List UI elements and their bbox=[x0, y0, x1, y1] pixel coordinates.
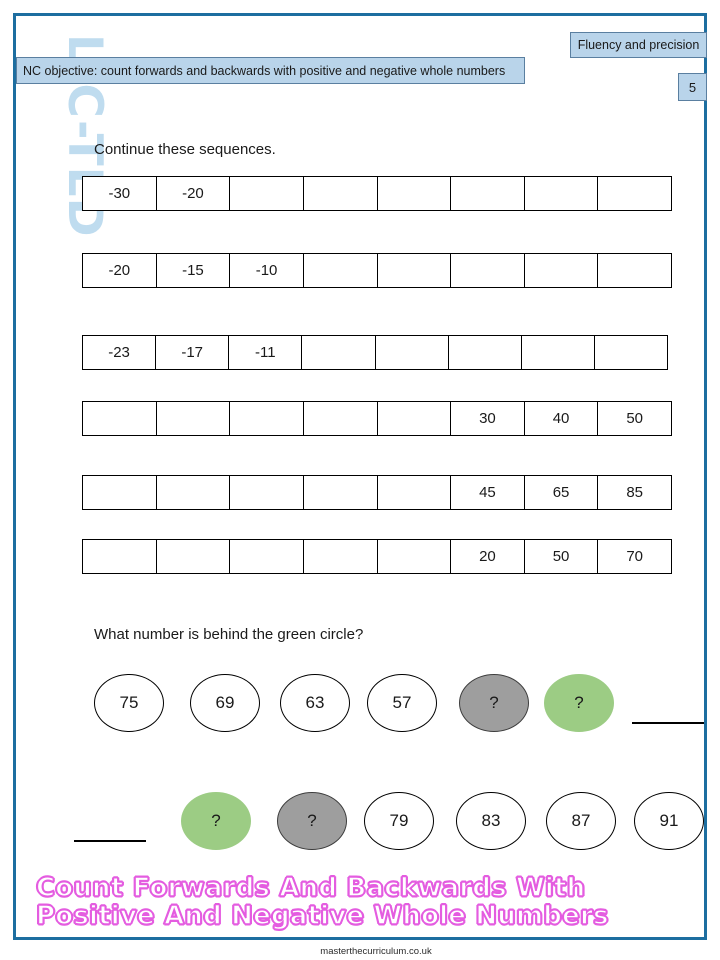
sequence-cell-blank[interactable] bbox=[598, 177, 671, 210]
sequence-cell-blank[interactable] bbox=[157, 540, 231, 573]
sequence-cell-value: -30 bbox=[83, 177, 157, 210]
sequence-cell-blank[interactable] bbox=[522, 336, 595, 369]
sequence-row: -30 -20 bbox=[82, 176, 672, 211]
sequence-cell-blank[interactable] bbox=[525, 177, 599, 210]
sequence-cell-value: -20 bbox=[157, 177, 231, 210]
answer-blank-line[interactable] bbox=[74, 840, 146, 842]
nc-objective-banner: NC objective: count forwards and backwar… bbox=[16, 57, 525, 84]
sequence-cell-value: -23 bbox=[83, 336, 157, 369]
number-circle: 91 bbox=[634, 792, 704, 850]
sequence-cell-blank[interactable] bbox=[378, 540, 452, 573]
sequence-cell-blank[interactable] bbox=[157, 476, 231, 509]
number-circle: 69 bbox=[190, 674, 260, 732]
sequence-cell-value: -20 bbox=[83, 254, 157, 287]
page-number-label: 5 bbox=[688, 79, 697, 95]
sequence-cell-value: 50 bbox=[626, 410, 644, 427]
grey-mystery-circle[interactable]: ? bbox=[459, 674, 529, 732]
nc-objective-text: NC objective: count forwards and backwar… bbox=[23, 63, 506, 78]
sequences-prompt: Continue these sequences. bbox=[94, 141, 276, 158]
number-circle: 87 bbox=[546, 792, 616, 850]
sequence-cell-value: 40 bbox=[525, 402, 599, 435]
number-circle: 83 bbox=[456, 792, 526, 850]
sequence-cell-blank[interactable] bbox=[83, 540, 157, 573]
sequence-cell-blank[interactable] bbox=[304, 254, 378, 287]
sequence-cell-blank[interactable] bbox=[376, 336, 449, 369]
sequence-cell-blank[interactable] bbox=[157, 402, 231, 435]
sequence-cell-blank[interactable] bbox=[230, 402, 304, 435]
sequence-cell-value: -15 bbox=[157, 254, 231, 287]
sequence-cell-value: 30 bbox=[451, 402, 525, 435]
sequence-cell-value: -10 bbox=[230, 254, 304, 287]
sequence-cell-blank[interactable] bbox=[83, 476, 157, 509]
category-badge: Fluency and precision bbox=[570, 32, 707, 58]
sequence-cell-blank[interactable] bbox=[83, 402, 157, 435]
sequence-cell-blank[interactable] bbox=[598, 254, 671, 287]
sequence-cell-blank[interactable] bbox=[378, 177, 452, 210]
sequence-row: -20 -15 -10 bbox=[82, 253, 672, 288]
circle-sequence-row: ?? 79 83 87 91 bbox=[56, 792, 716, 852]
sequence-cell-blank[interactable] bbox=[230, 476, 304, 509]
sequence-cell-blank[interactable] bbox=[451, 177, 525, 210]
sequence-cell-blank[interactable] bbox=[451, 254, 525, 287]
answer-blank-line[interactable] bbox=[632, 722, 704, 724]
sequence-cell-value: 50 bbox=[525, 540, 599, 573]
sequence-cell-blank[interactable] bbox=[304, 540, 378, 573]
sequence-cell-blank[interactable] bbox=[304, 402, 378, 435]
sequence-cell-blank[interactable] bbox=[449, 336, 522, 369]
sequence-cell-blank[interactable] bbox=[595, 336, 667, 369]
sequence-row: 45 65 85 bbox=[82, 475, 672, 510]
sequence-cell-blank[interactable] bbox=[304, 177, 378, 210]
sequence-row: 20 50 70 bbox=[82, 539, 672, 574]
sequence-cell-value: 65 bbox=[525, 476, 599, 509]
worksheet-page-frame: LIC-TLD NC objective: count forwards and… bbox=[13, 13, 707, 957]
grey-mystery-circle[interactable]: ? bbox=[277, 792, 347, 850]
circles-prompt: What number is behind the green circle? bbox=[94, 626, 364, 643]
sequence-cell-blank[interactable] bbox=[378, 254, 452, 287]
number-circle: 63 bbox=[280, 674, 350, 732]
number-circle: 79 bbox=[364, 792, 434, 850]
sequence-cell-blank[interactable] bbox=[302, 336, 376, 369]
sequence-cell-value: -11 bbox=[229, 336, 303, 369]
sequence-cell-blank[interactable] bbox=[378, 476, 452, 509]
sequence-cell-blank[interactable] bbox=[230, 177, 304, 210]
sequence-cell-value: 20 bbox=[451, 540, 525, 573]
sequence-cell-blank[interactable] bbox=[230, 540, 304, 573]
sequence-cell-value: 85 bbox=[626, 484, 644, 501]
sequence-row: 30 40 50 bbox=[82, 401, 672, 436]
sequence-row: -23 -17 -11 bbox=[82, 335, 668, 370]
page-number-badge: 5 bbox=[678, 73, 707, 101]
number-circle: 57 bbox=[367, 674, 437, 732]
circle-sequence-row: 75 69 63 57?? bbox=[76, 674, 716, 734]
category-badge-label: Fluency and precision bbox=[577, 38, 700, 52]
green-mystery-circle[interactable]: ? bbox=[544, 674, 614, 732]
green-mystery-circle[interactable]: ? bbox=[181, 792, 251, 850]
sequence-cell-value: 45 bbox=[451, 476, 525, 509]
sequence-cell-blank[interactable] bbox=[304, 476, 378, 509]
number-circle: 75 bbox=[94, 674, 164, 732]
sequence-cell-blank[interactable] bbox=[525, 254, 599, 287]
worksheet-title: Count Forwards And Backwards With Positi… bbox=[35, 873, 609, 931]
sequence-cell-value: -17 bbox=[156, 336, 230, 369]
sequence-cell-blank[interactable] bbox=[378, 402, 452, 435]
sequence-cell-value: 70 bbox=[626, 548, 644, 565]
publisher-url: masterthecurriculum.co.uk bbox=[320, 946, 432, 957]
